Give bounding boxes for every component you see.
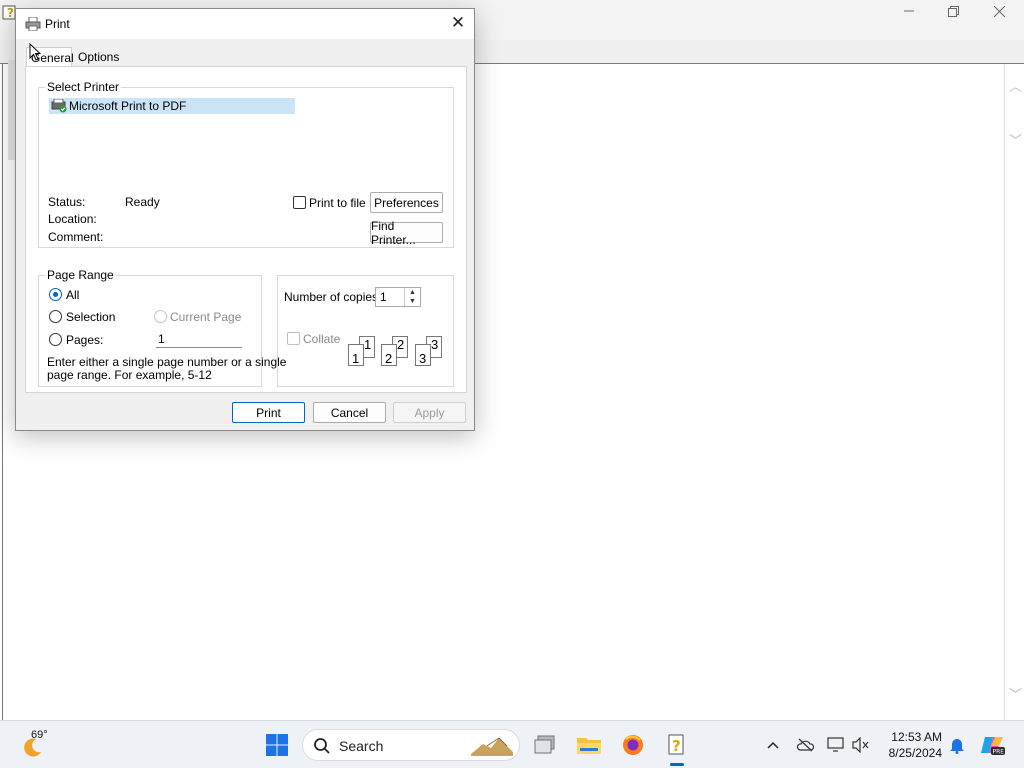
stepper-arrows[interactable]: ▲ ▼	[404, 288, 420, 306]
tab-options[interactable]: Options	[74, 47, 126, 67]
page-range-hint-line1: Enter either a single page number or a s…	[47, 355, 287, 369]
chevron-up-icon[interactable]	[764, 736, 782, 754]
stepper-down-icon[interactable]: ▼	[405, 297, 420, 306]
copies-group: Number of copies: 1 ▲ ▼ Collate 1 1 2 2 …	[277, 275, 454, 387]
close-icon[interactable]: ✕	[450, 14, 466, 31]
pages-label[interactable]: Pages:	[66, 333, 103, 347]
folder-icon	[577, 738, 601, 754]
clock-time: 12:53 AM	[891, 730, 942, 744]
apply-button[interactable]: Apply	[393, 402, 466, 423]
file-explorer-button[interactable]	[574, 730, 604, 760]
volume-muted-icon[interactable]	[852, 736, 870, 754]
selection-radio[interactable]	[49, 310, 62, 323]
copilot-icon[interactable]: PRE	[980, 736, 1006, 756]
search-icon	[314, 738, 330, 754]
clock-date: 8/25/2024	[888, 746, 942, 760]
preferences-button[interactable]: Preferences	[370, 192, 443, 213]
start-button[interactable]	[262, 730, 292, 760]
pages-input[interactable]: 1	[156, 330, 242, 348]
printer-icon	[25, 17, 41, 31]
all-radio[interactable]	[49, 288, 62, 301]
find-printer-button[interactable]: Find Printer...	[370, 219, 443, 247]
minimize-icon[interactable]	[886, 0, 932, 22]
chevron-down-icon[interactable]: ﹀	[1009, 130, 1022, 149]
restore-icon[interactable]	[930, 0, 976, 22]
location-label: Location:	[48, 212, 97, 226]
status-value: Ready	[125, 195, 160, 209]
help-app-taskbar-button[interactable]: ?	[662, 730, 692, 760]
dialog-titlebar[interactable]: Print ✕	[16, 9, 474, 39]
print-dialog: Print ✕ General Options Select Printer M…	[15, 8, 475, 431]
scroll-down-icon[interactable]: ﹀	[1009, 684, 1022, 703]
background-left-border	[0, 64, 3, 720]
svg-text:?: ?	[7, 6, 14, 20]
task-view-icon	[534, 735, 555, 754]
print-to-file-checkbox[interactable]	[293, 196, 306, 209]
weather-temp: 69°	[31, 729, 48, 741]
general-tab-panel: Select Printer Microsoft Print to PDF St…	[25, 66, 467, 393]
printer-list[interactable]: Microsoft Print to PDF	[45, 94, 441, 180]
notification-bell-icon[interactable]	[948, 736, 966, 754]
selection-label[interactable]: Selection	[66, 310, 115, 324]
printer-name: Microsoft Print to PDF	[69, 99, 187, 113]
dialog-title: Print	[45, 17, 70, 31]
collate-label[interactable]: Collate	[303, 332, 340, 346]
windows-logo-icon	[266, 734, 288, 756]
search-highlight-art-icon	[471, 737, 513, 756]
search-label: Search	[339, 738, 384, 754]
copies-value[interactable]: 1	[380, 290, 387, 304]
chevron-up-icon[interactable]: ︿	[1009, 76, 1022, 95]
collate-page-icon: 3	[415, 344, 431, 366]
collate-page-icon: 1	[348, 344, 364, 366]
close-icon[interactable]	[976, 0, 1022, 22]
comment-label: Comment:	[48, 230, 104, 244]
mouse-cursor-icon	[29, 43, 41, 61]
vertical-scrollbar[interactable]: ︿ ﹀ ﹀	[1004, 64, 1024, 720]
copies-stepper[interactable]: 1 ▲ ▼	[375, 287, 421, 307]
onedrive-offline-icon[interactable]	[796, 736, 814, 754]
firefox-icon	[623, 735, 643, 755]
collate-illustration: 1 1 2 2 3 3	[346, 336, 450, 370]
help-document-icon: ?	[668, 734, 684, 755]
display-icon[interactable]	[827, 736, 845, 754]
taskbar-search[interactable]: Search	[302, 729, 520, 761]
current-page-label[interactable]: Current Page	[170, 310, 241, 324]
stepper-up-icon[interactable]: ▲	[405, 288, 420, 297]
current-page-radio[interactable]	[154, 310, 167, 323]
print-to-file-label[interactable]: Print to file	[309, 196, 366, 210]
taskbar: 69° Search ? 12:53 AM 8/25/2024 PRE	[0, 720, 1024, 768]
collate-page-icon: 2	[381, 344, 397, 366]
collate-checkbox[interactable]	[287, 332, 300, 345]
page-range-group: Page Range All Selection Current Page Pa…	[38, 268, 286, 387]
system-clock[interactable]: 12:53 AM 8/25/2024	[889, 729, 942, 761]
select-printer-group: Select Printer Microsoft Print to PDF St…	[38, 80, 454, 248]
default-printer-icon	[51, 99, 67, 113]
pages-radio[interactable]	[49, 333, 62, 346]
page-range-label: Page Range	[45, 268, 116, 282]
firefox-button[interactable]	[618, 730, 648, 760]
svg-text:?: ?	[672, 737, 681, 755]
task-view-button[interactable]	[530, 730, 560, 760]
cancel-button[interactable]: Cancel	[313, 402, 386, 423]
select-printer-label: Select Printer	[45, 80, 122, 94]
all-label[interactable]: All	[66, 288, 79, 302]
page-range-hint-line2: page range. For example, 5-12	[47, 368, 212, 382]
active-app-indicator	[670, 763, 684, 766]
status-label: Status:	[48, 195, 86, 209]
number-of-copies-label: Number of copies:	[284, 290, 382, 304]
svg-text:PRE: PRE	[993, 749, 1005, 756]
print-button[interactable]: Print	[232, 402, 305, 423]
printer-item-microsoft-print-to-pdf[interactable]: Microsoft Print to PDF	[49, 98, 295, 114]
